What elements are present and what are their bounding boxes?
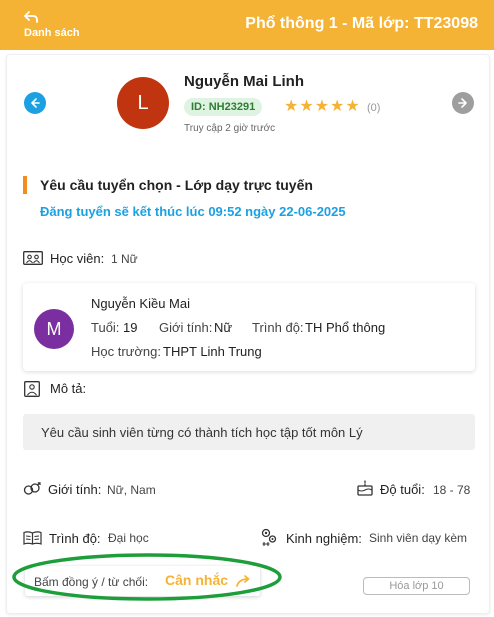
required-experience-label: Kinh nghiệm:: [286, 531, 362, 546]
back-arrow-icon: [24, 11, 38, 23]
class-subject-button[interactable]: Hóa lớp 10: [363, 577, 470, 595]
required-age-value: 18 - 78: [433, 483, 471, 497]
previous-tutor-button[interactable]: [24, 92, 46, 114]
arrow-left-icon: [31, 98, 40, 108]
student-gender-label: Giới tính:: [159, 320, 213, 335]
students-label: Học viên:: [50, 251, 105, 266]
arrow-right-icon: [458, 98, 467, 108]
student-name: Nguyễn Kiều Mai: [91, 296, 190, 311]
section-accent-bar: [23, 176, 27, 194]
description-text: Yêu cầu sinh viên từng có thành tích học…: [41, 425, 363, 440]
back-label: Danh sách: [24, 27, 80, 39]
app-frame: Danh sách Phổ thông 1 - Mã lớp: TT23098 …: [0, 0, 494, 617]
student-school: THPT Linh Trung: [163, 344, 262, 359]
student-age: 19: [123, 320, 138, 335]
student-school-label: Học trường:: [91, 344, 161, 359]
last-access-time: Truy cập 2 giờ trước: [184, 123, 276, 134]
back-button[interactable]: Danh sách: [14, 8, 84, 44]
student-avatar: M: [34, 309, 74, 349]
request-title: Yêu cầu tuyển chọn - Lớp dạy trực tuyến: [40, 177, 313, 193]
student-gender: Nữ: [214, 320, 233, 335]
rating-count: (0): [367, 102, 381, 114]
required-gender-label: Giới tính:: [48, 482, 102, 497]
gender-icon: [23, 482, 41, 495]
tutor-id-badge: ID: NH23291: [184, 98, 263, 116]
birthday-cake-icon: [357, 480, 373, 496]
rating-stars-icon: ★★★★★: [284, 98, 361, 115]
student-age-label: Tuổi:: [91, 320, 120, 335]
student-board-icon: [23, 251, 43, 265]
open-book-icon: [23, 531, 42, 545]
student-level-label: Trình độ:: [252, 320, 304, 335]
required-age-label: Độ tuổi:: [380, 482, 425, 497]
students-value: 1 Nữ: [111, 252, 138, 266]
top-header: Danh sách Phổ thông 1 - Mã lớp: TT23098: [0, 0, 494, 50]
required-level-label: Trình độ:: [49, 531, 101, 546]
highlight-ellipse: [12, 553, 282, 601]
experience-gears-icon: [261, 528, 277, 546]
required-experience-value: Sinh viên dạy kèm: [369, 531, 468, 545]
student-level: TH Phổ thông: [305, 320, 386, 335]
required-gender-value: Nữ, Nam: [107, 483, 156, 497]
description-icon: [24, 381, 40, 397]
page-title: Phổ thông 1 - Mã lớp: TT23098: [245, 15, 478, 32]
tutor-avatar: L: [117, 77, 169, 129]
next-tutor-button[interactable]: [452, 92, 474, 114]
description-label: Mô tả:: [50, 381, 87, 396]
request-deadline: Đăng tuyển sẽ kết thúc lúc 09:52 ngày 22…: [40, 204, 346, 219]
tutor-name: Nguyễn Mai Linh: [184, 73, 304, 90]
required-level-value: Đại học: [108, 531, 149, 545]
